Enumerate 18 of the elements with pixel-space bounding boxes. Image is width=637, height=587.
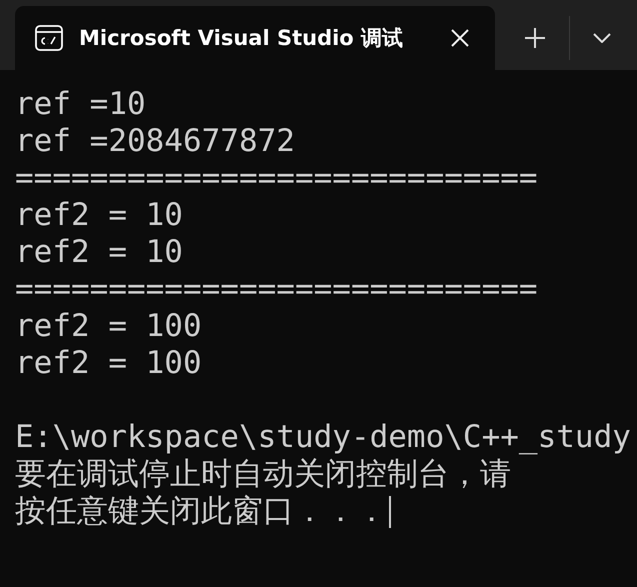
console-line: ref2 = 10 — [15, 234, 183, 271]
chevron-down-icon — [593, 33, 611, 43]
console-line: ref2 = 100 — [15, 308, 202, 345]
tab-title: Microsoft Visual Studio 调试 — [79, 25, 404, 52]
console-icon — [35, 25, 63, 51]
console-line: E:\workspace\study-demo\C++_study — [15, 419, 631, 456]
console-line: ref =2084677872 — [15, 123, 295, 160]
plus-icon — [524, 27, 546, 49]
console-line: 按任意键关闭此窗口．．． — [15, 493, 387, 530]
close-icon — [451, 29, 469, 47]
console-line: ============================ — [15, 160, 538, 197]
console-line: ref2 = 100 — [15, 345, 202, 382]
text-cursor — [389, 496, 391, 528]
console-line: ============================ — [15, 271, 538, 308]
console-line: ref =10 — [15, 86, 146, 123]
console-line: ref2 = 10 — [15, 197, 183, 234]
terminal-tab[interactable]: Microsoft Visual Studio 调试 — [15, 6, 495, 70]
console-line: 要在调试停止时自动关闭控制台，请 — [15, 456, 511, 493]
